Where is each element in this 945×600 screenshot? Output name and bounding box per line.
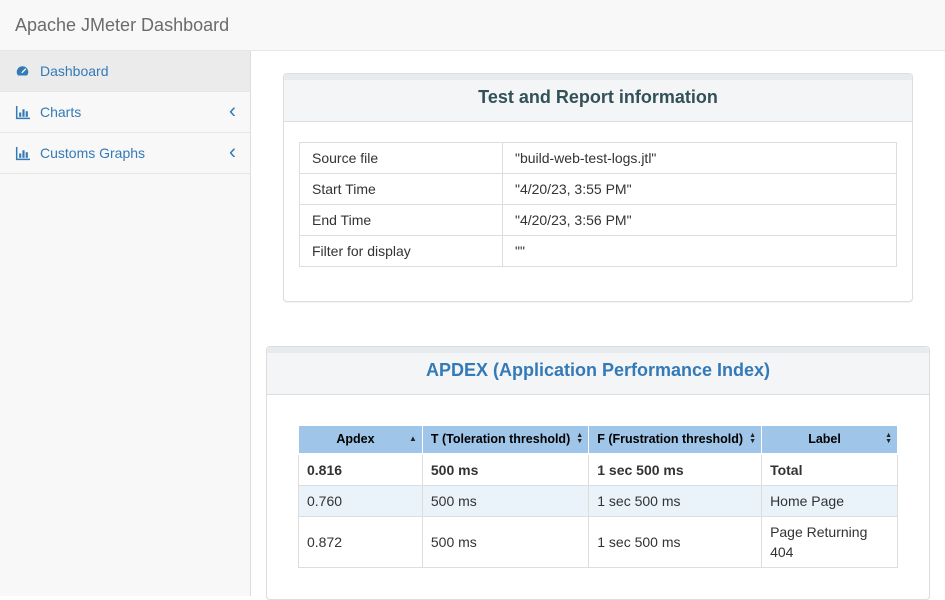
column-header-label[interactable]: Label ▲▼ — [762, 426, 898, 454]
bar-chart-icon — [15, 104, 31, 120]
row-value: "build-web-test-logs.jtl" — [502, 143, 896, 174]
cell-apdex: 0.872 — [299, 516, 423, 567]
column-header-apdex[interactable]: Apdex ▲ — [299, 426, 423, 454]
apdex-table: Apdex ▲ T (Toleration threshold) ▲▼ F (F… — [298, 425, 898, 568]
row-label: End Time — [300, 205, 503, 236]
tachometer-icon — [15, 63, 31, 79]
panel-heading: Test and Report information — [284, 74, 912, 122]
table-header-row: Apdex ▲ T (Toleration threshold) ▲▼ F (F… — [299, 426, 898, 454]
chevron-left-icon: ‹ — [229, 101, 236, 122]
row-value: "" — [502, 236, 896, 267]
table-row-total: 0.816 500 ms 1 sec 500 ms Total — [299, 454, 898, 486]
column-header-frustration[interactable]: F (Frustration threshold) ▲▼ — [589, 426, 762, 454]
table-row: End Time "4/20/23, 3:56 PM" — [300, 205, 897, 236]
sidebar-item-charts[interactable]: Charts ‹ — [0, 92, 250, 133]
table-row: 0.760 500 ms 1 sec 500 ms Home Page — [299, 485, 898, 516]
panel-apdex: APDEX (Application Performance Index) Ap… — [266, 346, 930, 600]
panel-title: Test and Report information — [478, 87, 718, 108]
sort-both-icon: ▲▼ — [576, 433, 583, 445]
table-row: 0.872 500 ms 1 sec 500 ms Page Returning… — [299, 516, 898, 567]
content-area: Test and Report information Source file … — [251, 51, 945, 596]
sort-asc-icon: ▲ — [409, 435, 417, 443]
row-value: "4/20/23, 3:56 PM" — [502, 205, 896, 236]
main-layout: Dashboard Charts ‹ — [0, 51, 945, 596]
panel-body: Source file "build-web-test-logs.jtl" St… — [284, 122, 912, 301]
cell-label: Page Returning 404 — [762, 516, 898, 567]
cell-label: Home Page — [762, 485, 898, 516]
cell-frustration: 1 sec 500 ms — [589, 485, 762, 516]
cell-apdex: 0.816 — [299, 454, 423, 486]
row-label: Filter for display — [300, 236, 503, 267]
table-row: Source file "build-web-test-logs.jtl" — [300, 143, 897, 174]
sidebar: Dashboard Charts ‹ — [0, 51, 251, 596]
sort-both-icon: ▲▼ — [885, 433, 892, 445]
sidebar-item-dashboard[interactable]: Dashboard — [0, 51, 250, 92]
panel-title: APDEX (Application Performance Index) — [426, 360, 770, 381]
cell-toleration: 500 ms — [422, 485, 588, 516]
cell-apdex: 0.760 — [299, 485, 423, 516]
sidebar-item-label: Charts — [40, 104, 81, 120]
table-row: Start Time "4/20/23, 3:55 PM" — [300, 174, 897, 205]
cell-label: Total — [762, 454, 898, 486]
sidebar-item-label: Dashboard — [40, 63, 109, 79]
sidebar-item-customs-graphs[interactable]: Customs Graphs ‹ — [0, 133, 250, 174]
panel-body: Apdex ▲ T (Toleration threshold) ▲▼ F (F… — [267, 395, 929, 599]
panel-test-report-info: Test and Report information Source file … — [283, 73, 913, 302]
row-label: Start Time — [300, 174, 503, 205]
bar-chart-icon — [15, 145, 31, 161]
test-report-info-table: Source file "build-web-test-logs.jtl" St… — [299, 142, 897, 267]
top-navbar: Apache JMeter Dashboard — [0, 0, 945, 51]
chevron-left-icon: ‹ — [229, 142, 236, 163]
panel-heading: APDEX (Application Performance Index) — [267, 347, 929, 395]
app-title: Apache JMeter Dashboard — [15, 15, 229, 36]
row-label: Source file — [300, 143, 503, 174]
table-row: Filter for display "" — [300, 236, 897, 267]
sidebar-item-label: Customs Graphs — [40, 145, 145, 161]
sort-both-icon: ▲▼ — [749, 433, 756, 445]
row-value: "4/20/23, 3:55 PM" — [502, 174, 896, 205]
column-header-toleration[interactable]: T (Toleration threshold) ▲▼ — [422, 426, 588, 454]
cell-toleration: 500 ms — [422, 454, 588, 486]
cell-frustration: 1 sec 500 ms — [589, 454, 762, 486]
cell-toleration: 500 ms — [422, 516, 588, 567]
cell-frustration: 1 sec 500 ms — [589, 516, 762, 567]
